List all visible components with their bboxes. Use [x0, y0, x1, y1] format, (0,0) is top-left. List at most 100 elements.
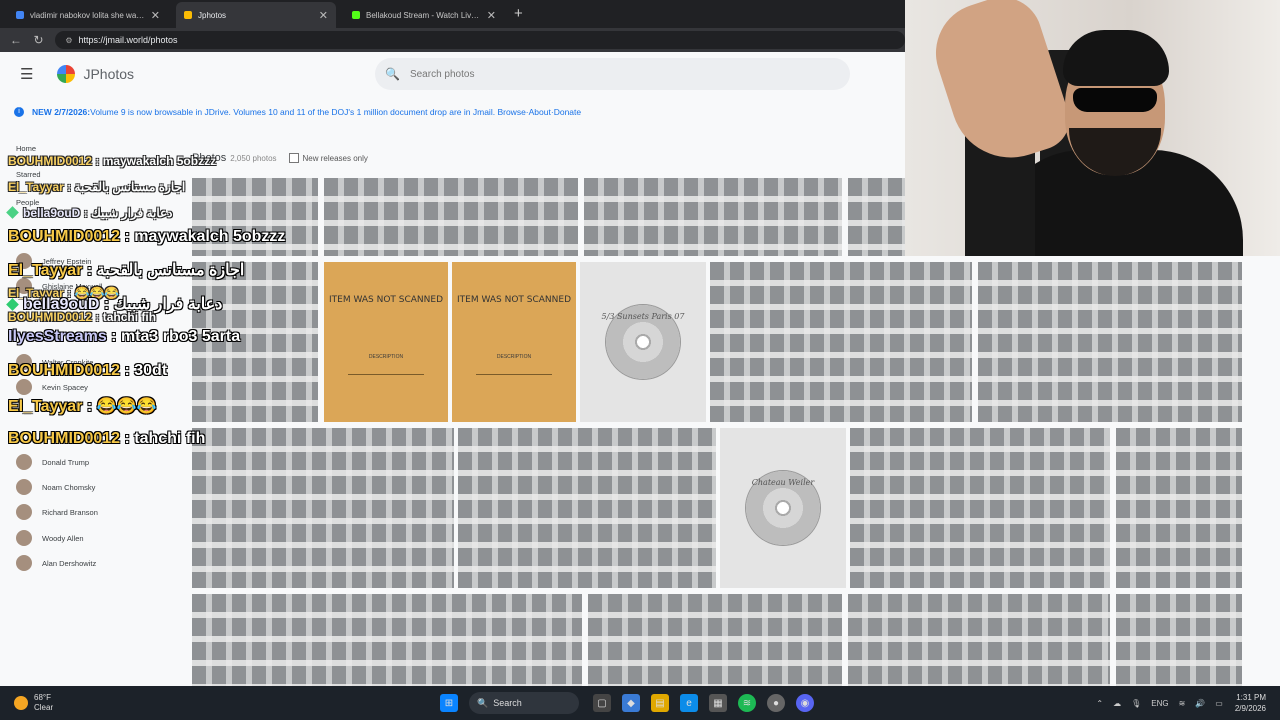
app-header: ☰ JPhotos 🔍 Search photos: [0, 52, 905, 96]
photo-thumbnail[interactable]: [850, 428, 1110, 588]
photo-thumbnail[interactable]: [584, 178, 842, 256]
sidebar-item-home[interactable]: Home: [16, 144, 36, 153]
sidebar-item-starred[interactable]: Starred: [16, 170, 41, 179]
photo-thumbnail[interactable]: [324, 178, 578, 256]
not-scanned-text: ITEM WAS NOT SCANNED: [456, 295, 571, 305]
new-releases-checkbox[interactable]: [288, 153, 299, 163]
weather-widget[interactable]: 68°F Clear: [14, 693, 53, 713]
jphotos-favicon-icon: [184, 11, 192, 19]
google-favicon-icon: [16, 11, 24, 19]
photo-thumbnail[interactable]: [458, 428, 716, 588]
sidebar-item-label: Starred: [16, 170, 41, 179]
avatar: [16, 278, 32, 294]
brand-name[interactable]: JPhotos: [83, 66, 134, 82]
browse-link[interactable]: Browse: [497, 107, 525, 117]
photo-thumbnail[interactable]: [978, 262, 1242, 422]
edge-icon[interactable]: e: [680, 694, 698, 712]
avatar: [16, 530, 32, 546]
spotify-icon[interactable]: ≋: [738, 694, 756, 712]
cd-photo[interactable]: Chateau Weiler: [720, 428, 846, 588]
photo-thumbnail[interactable]: [588, 594, 842, 686]
sidebar-person-noam-chomsky[interactable]: Noam Chomsky: [16, 479, 95, 495]
network-icon[interactable]: ☁: [1113, 699, 1121, 708]
hair: [1063, 30, 1169, 86]
photo-thumbnail[interactable]: [1116, 428, 1242, 588]
file-explorer-icon[interactable]: ▤: [651, 694, 669, 712]
microphone-icon[interactable]: 🎙: [1131, 699, 1141, 708]
cd-photo[interactable]: 5/3 Sunsets Paris 07: [580, 262, 706, 422]
avatar: [16, 555, 32, 571]
new-releases-label[interactable]: New releases only: [303, 154, 368, 163]
sidebar-person-donald-trump[interactable]: Donald Trump: [16, 454, 89, 470]
not-scanned-placeholder[interactable]: ITEM WAS NOT SCANNED DESCRIPTION: [324, 262, 448, 422]
photo-thumbnail[interactable]: [1116, 594, 1242, 686]
volume-icon[interactable]: 🔊: [1195, 699, 1205, 708]
notice-text: Volume 9 is now browsable in JDrive. Vol…: [90, 107, 496, 117]
sidebar-person-woody-allen[interactable]: Woody Allen: [16, 530, 84, 546]
photo-thumbnail[interactable]: [848, 178, 905, 256]
tab-kick-stream[interactable]: Bellakoud Stream - Watch Live on ✕: [344, 2, 504, 28]
info-icon: i: [14, 107, 24, 117]
photo-thumbnail[interactable]: [192, 594, 582, 686]
avatar: [16, 354, 32, 370]
tab-search-lolita[interactable]: vladimir nabokov lolita she was lo ✕: [8, 2, 168, 28]
language-indicator[interactable]: ENG: [1151, 699, 1168, 708]
person-name: Alan Dershowitz: [42, 558, 97, 568]
tab-title: Jphotos: [198, 10, 227, 20]
kick-favicon-icon: [352, 11, 360, 19]
photo-thumbnail[interactable]: [192, 178, 318, 256]
avatar: [16, 479, 32, 495]
sidebar-person-ghislaine-maxwell[interactable]: Ghislaine Maxwell: [16, 278, 102, 294]
wifi-icon[interactable]: ≋: [1179, 699, 1186, 708]
close-tab-icon[interactable]: ✕: [319, 9, 328, 22]
menu-icon[interactable]: ☰: [20, 65, 33, 83]
back-icon[interactable]: ←: [9, 33, 23, 47]
person-name: Donald Trump: [42, 457, 90, 467]
person-name: Jeffrey Epstein: [42, 256, 92, 266]
photo-thumbnail[interactable]: [848, 594, 1110, 686]
sun-icon: [14, 696, 28, 710]
reload-icon[interactable]: ↻: [32, 33, 46, 47]
battery-icon[interactable]: ▭: [1215, 699, 1223, 708]
sidebar-person-walter-cronkite[interactable]: Walter Cronkite: [16, 354, 93, 370]
weather-condition: Clear: [34, 703, 54, 712]
jphotos-logo-icon[interactable]: [57, 65, 76, 83]
url-field[interactable]: ⚙ https://jmail.world/photos: [55, 31, 905, 49]
streamer-webcam: [905, 0, 1280, 256]
sidebar-person-jeffrey-epstein[interactable]: Jeffrey Epstein: [16, 253, 91, 269]
person-name: Noam Chomsky: [42, 482, 96, 492]
photo-thumbnail[interactable]: [710, 262, 972, 422]
clock[interactable]: 1:31 PM 2/9/2026: [1235, 692, 1266, 714]
obs-icon[interactable]: ●: [767, 694, 785, 712]
cd-label: Chateau Weiler: [751, 478, 815, 487]
sidebar-person-richard-branson[interactable]: Richard Branson: [16, 504, 98, 520]
person-name: Richard Branson: [42, 507, 98, 517]
widgets-icon[interactable]: ◆: [622, 694, 640, 712]
search-placeholder: Search photos: [409, 68, 475, 80]
start-icon[interactable]: ⊞: [440, 694, 458, 712]
task-view-icon[interactable]: ▢: [593, 694, 611, 712]
divider: [348, 374, 424, 375]
taskbar-search[interactable]: 🔍 Search: [469, 692, 579, 714]
new-tab-button[interactable]: +: [514, 5, 523, 28]
close-tab-icon[interactable]: ✕: [487, 9, 496, 22]
sidebar-person-alan-dershowitz[interactable]: Alan Dershowitz: [16, 555, 96, 571]
site-info-icon[interactable]: ⚙: [65, 36, 72, 45]
windows-taskbar: 68°F Clear ⊞ 🔍 Search ▢ ◆ ▤ e ▦ ≋ ● ◉ ⌃ …: [0, 686, 1280, 720]
not-scanned-placeholder[interactable]: ITEM WAS NOT SCANNED DESCRIPTION: [452, 262, 576, 422]
discord-icon[interactable]: ◉: [796, 694, 814, 712]
photo-thumbnail[interactable]: [192, 262, 318, 422]
store-icon[interactable]: ▦: [709, 694, 727, 712]
about-link[interactable]: About: [529, 107, 551, 117]
tab-jphotos[interactable]: Jphotos ✕: [176, 2, 336, 28]
description-label: DESCRIPTION: [496, 354, 532, 360]
chevron-up-icon[interactable]: ⌃: [1096, 699, 1103, 708]
search-input[interactable]: 🔍 Search photos: [375, 58, 850, 90]
photo-thumbnail[interactable]: [192, 428, 454, 588]
notice-lead: NEW 2/7/2026:: [32, 107, 91, 117]
sidebar-person-kevin-spacey[interactable]: Kevin Spacey: [16, 379, 88, 395]
browser-tab-strip: vladimir nabokov lolita she was lo ✕ Jph…: [0, 0, 905, 28]
sidebar-heading-label: People: [16, 198, 40, 207]
donate-link[interactable]: Donate: [554, 107, 581, 117]
close-tab-icon[interactable]: ✕: [151, 9, 160, 22]
